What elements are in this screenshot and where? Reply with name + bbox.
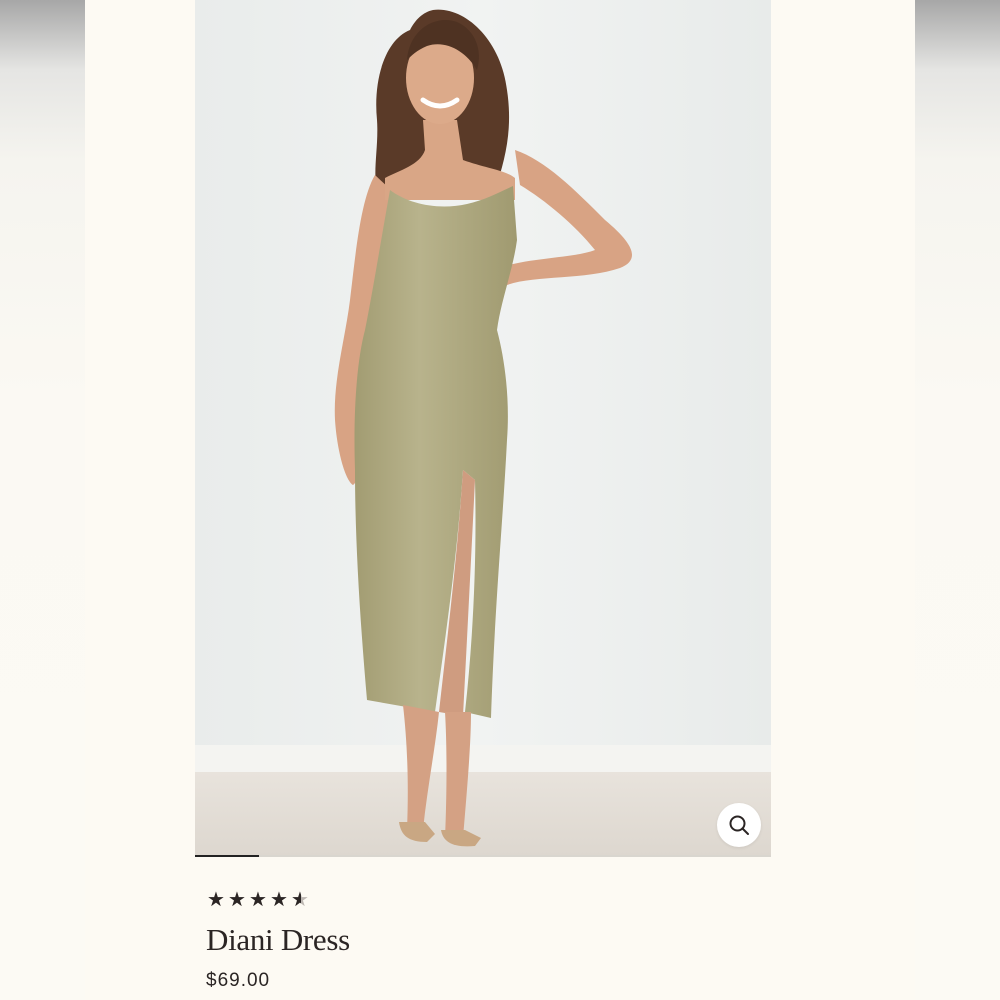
product-title[interactable]: Diani Dress [206, 922, 350, 958]
star-icon: ★ ★ [291, 889, 309, 911]
right-backdrop [915, 0, 1000, 1000]
star-icon: ★ ★ [207, 889, 225, 911]
product-price: $69.00 [206, 970, 271, 991]
star-icon: ★ ★ [228, 889, 246, 911]
carousel-progress-indicator [195, 855, 259, 857]
star-icon: ★ ★ [270, 889, 288, 911]
star-icon: ★ ★ [249, 889, 267, 911]
product-image[interactable] [195, 0, 771, 856]
product-photo [195, 0, 771, 856]
left-backdrop [0, 0, 85, 1000]
carousel-progress-track[interactable] [195, 855, 771, 857]
star-rating[interactable]: ★ ★ ★ ★ ★ ★ ★ ★ ★ ★ [207, 888, 310, 912]
zoom-button[interactable] [717, 803, 761, 847]
magnifier-icon [729, 815, 749, 835]
